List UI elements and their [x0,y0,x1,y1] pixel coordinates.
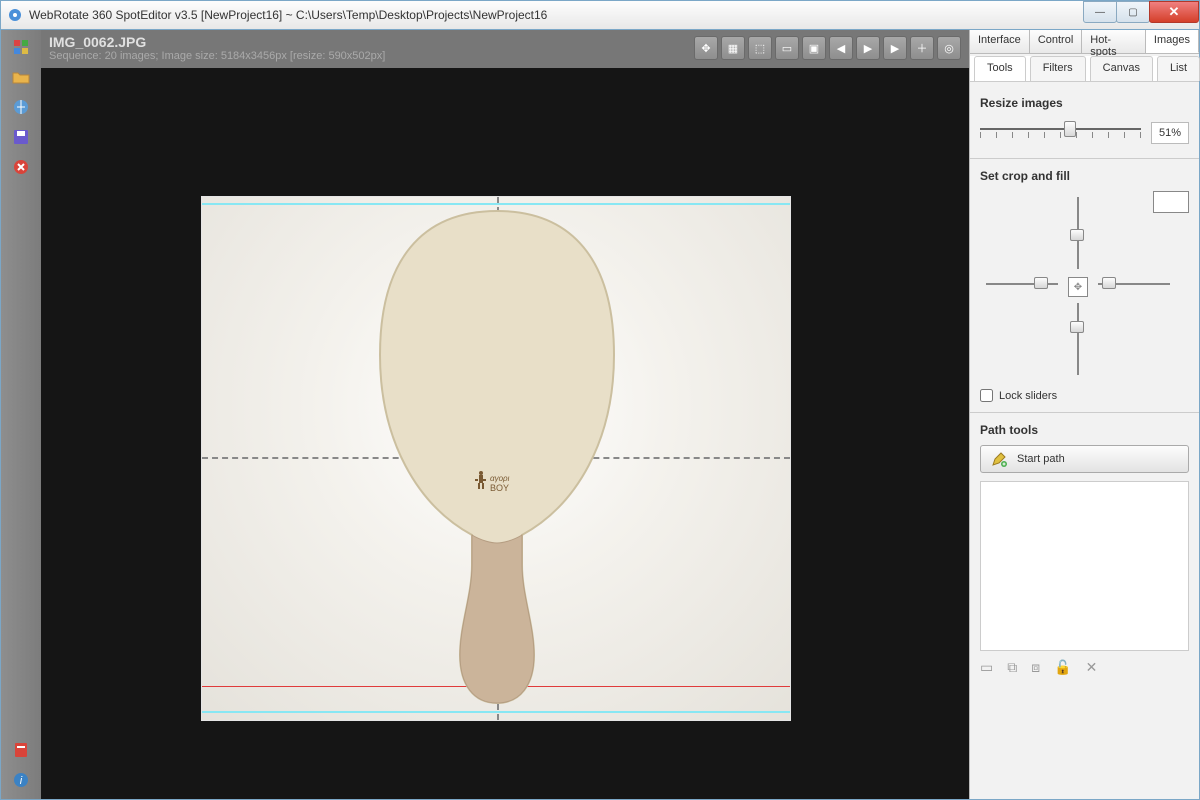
path-add-icon[interactable]: ▭ [980,659,993,676]
fill-color-swatch[interactable] [1153,191,1189,213]
path-lock-icon[interactable]: 🔓 [1054,659,1071,676]
crop-controls: ✥ [980,191,1189,381]
start-path-label: Start path [1017,453,1065,465]
pdf-icon[interactable] [12,741,30,759]
svg-text:αγορι: αγορι [490,474,510,483]
image-filename: IMG_0062.JPG [49,34,385,50]
pencil-icon [991,451,1007,467]
path-unlink-icon[interactable]: ⧈ [1031,659,1040,676]
subtab-tools[interactable]: Tools [974,56,1026,81]
crop-guide-bottom [202,711,790,713]
save-icon[interactable] [12,128,30,146]
right-panel: Interface Control Hot-spots Images Tools… [969,30,1199,799]
zoom-in-icon[interactable]: ＋ [910,36,934,60]
lock-sliders-checkbox[interactable]: Lock sliders [980,389,1189,402]
subtab-list[interactable]: List [1157,56,1200,81]
crop-slider-top[interactable] [1070,229,1084,241]
window-minimize-button[interactable]: — [1083,1,1117,23]
path-section-title: Path tools [980,423,1189,437]
delete-icon[interactable] [12,158,30,176]
subtab-filters[interactable]: Filters [1030,56,1086,81]
tab-hotspots[interactable]: Hot-spots [1082,30,1146,53]
lock-sliders-input[interactable] [980,389,993,402]
canvas-toolbar: ✥ ▦ ⬚ ▭ ▣ ◀ ▶ ▶ ＋ ◎ [694,34,961,60]
window-close-button[interactable]: ✕ [1149,1,1199,23]
crop-slider-left[interactable] [1034,277,1048,289]
resize-value: 51% [1151,122,1189,144]
canvas-header: IMG_0062.JPG Sequence: 20 images; Image … [41,30,969,68]
left-toolbar: i [1,30,41,799]
crop-section-title: Set crop and fill [980,169,1189,183]
crop-slider-bottom[interactable] [1070,321,1084,333]
app-icon [7,7,23,23]
start-path-button[interactable]: Start path [980,445,1189,473]
panel-subtabs: Tools Filters Canvas List [970,56,1199,82]
target-icon[interactable]: ◎ [937,36,961,60]
select-icon[interactable]: ⬚ [748,36,772,60]
new-project-icon[interactable] [12,38,30,56]
fit-screen-icon[interactable]: ▣ [802,36,826,60]
resize-slider[interactable] [980,118,1141,148]
publish-icon[interactable] [12,98,30,116]
play-icon[interactable]: ▶ [856,36,880,60]
tab-images[interactable]: Images [1146,30,1199,53]
window-titlebar: WebRotate 360 SpotEditor v3.5 [NewProjec… [0,0,1200,30]
product-image: αγορι BOY [362,205,632,705]
image-metadata: Sequence: 20 images; Image size: 5184x34… [49,50,385,62]
window-maximize-button[interactable]: ▢ [1116,1,1150,23]
path-delete-icon[interactable]: ✕ [1086,659,1098,676]
move-tool-icon[interactable]: ✥ [694,36,718,60]
subtab-canvas[interactable]: Canvas [1090,56,1153,81]
canvas-stage[interactable]: αγορι BOY [41,68,969,799]
lock-sliders-label: Lock sliders [999,390,1057,402]
crop-slider-right[interactable] [1102,277,1116,289]
svg-text:BOY: BOY [490,483,509,493]
resize-section-title: Resize images [980,96,1189,110]
tab-interface[interactable]: Interface [970,30,1030,53]
canvas-area: IMG_0062.JPG Sequence: 20 images; Image … [41,30,969,799]
crop-slider-bottom-track [1077,303,1079,375]
next-icon[interactable]: ▶ [883,36,907,60]
grid-icon[interactable]: ▦ [721,36,745,60]
prev-icon[interactable]: ◀ [829,36,853,60]
panel-tabs: Interface Control Hot-spots Images [970,30,1199,54]
path-link-icon[interactable]: ⧉ [1007,659,1017,676]
fit-width-icon[interactable]: ▭ [775,36,799,60]
open-folder-icon[interactable] [12,68,30,86]
image-stage[interactable]: αγορι BOY [201,196,791,721]
resize-slider-thumb[interactable] [1064,121,1076,137]
info-icon[interactable]: i [12,771,30,789]
window-title: WebRotate 360 SpotEditor v3.5 [NewProjec… [29,8,547,22]
tab-control[interactable]: Control [1030,30,1082,53]
crop-center-icon[interactable]: ✥ [1068,277,1088,297]
path-toolbar: ▭ ⧉ ⧈ 🔓 ✕ [980,659,1189,676]
path-list[interactable] [980,481,1189,651]
